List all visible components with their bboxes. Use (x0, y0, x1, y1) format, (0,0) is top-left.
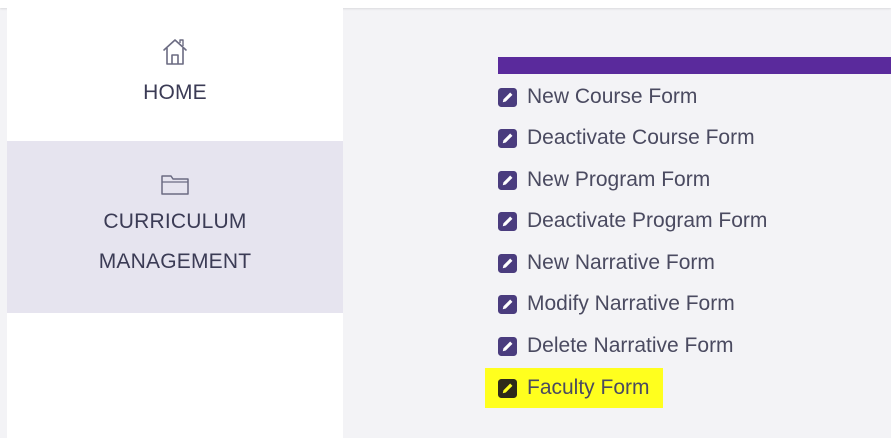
form-link-deactivate-course[interactable]: Deactivate Course Form (498, 123, 755, 153)
form-link-label: Delete Narrative Form (527, 334, 734, 357)
edit-icon (498, 128, 517, 148)
form-link-label: Faculty Form (527, 376, 650, 399)
form-link-label: New Program Form (527, 168, 711, 191)
edit-icon (498, 87, 517, 107)
sidebar-item-home[interactable]: HOME (7, 30, 343, 120)
sidebar-item-label-line-2: MANAGEMENT (98, 250, 252, 273)
form-link-label: Deactivate Course Form (527, 126, 755, 149)
home-icon (163, 39, 187, 65)
form-link-new-narrative[interactable]: New Narrative Form (498, 248, 715, 278)
form-link-new-program[interactable]: New Program Form (498, 165, 710, 195)
edit-icon (498, 253, 517, 273)
form-link-label: New Course Form (527, 85, 698, 108)
edit-icon (498, 378, 517, 398)
form-link-label: Modify Narrative Form (527, 292, 735, 315)
section-header-bar (498, 57, 891, 74)
edit-icon (498, 294, 517, 314)
form-link-modify-narrative[interactable]: Modify Narrative Form (498, 289, 735, 319)
sidebar-item-label: HOME (143, 81, 207, 104)
form-link-faculty[interactable]: Faculty Form (485, 368, 663, 408)
form-link-label: Deactivate Program Form (527, 209, 768, 232)
folder-icon (161, 175, 189, 195)
top-bar (0, 0, 891, 8)
edit-icon (498, 336, 517, 356)
form-link-new-course[interactable]: New Course Form (498, 82, 697, 112)
edit-icon (498, 170, 517, 190)
sidebar-item-label-line-1: CURRICULUM (103, 210, 247, 233)
sidebar: HOME CURRICULUM MANAGEMENT (7, 8, 343, 438)
form-link-deactivate-program[interactable]: Deactivate Program Form (498, 206, 767, 236)
sidebar-item-curriculum-management[interactable]: CURRICULUM MANAGEMENT (7, 141, 343, 313)
edit-icon (498, 211, 517, 231)
main-content: New Course Form Deactivate Course Form N… (343, 8, 891, 438)
form-link-label: New Narrative Form (527, 251, 715, 274)
form-link-delete-narrative[interactable]: Delete Narrative Form (498, 331, 734, 361)
